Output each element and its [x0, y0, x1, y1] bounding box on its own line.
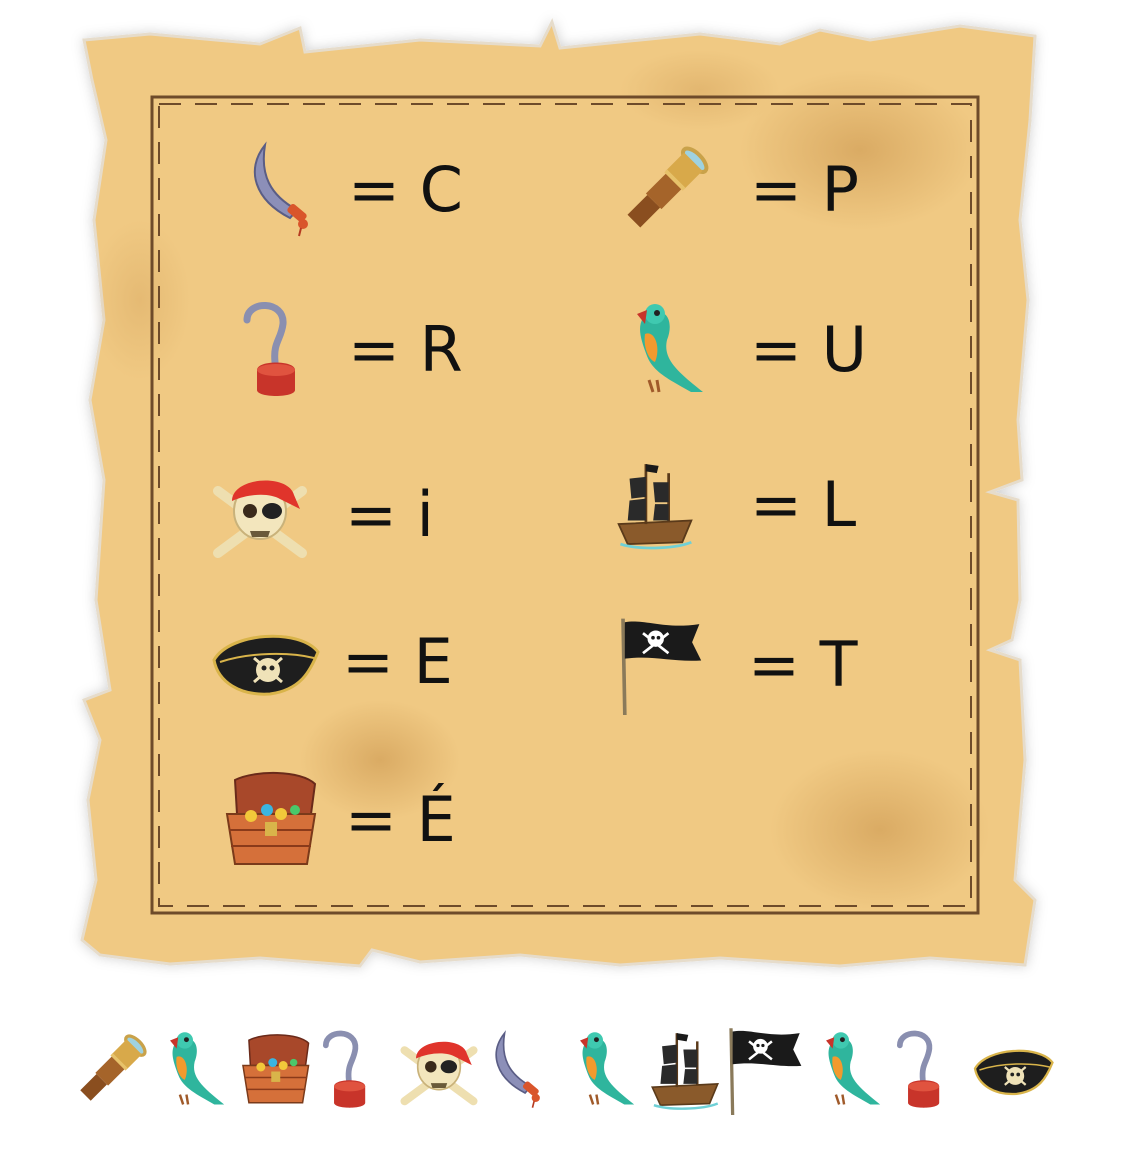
parchment-stain: [90, 220, 190, 380]
pirate-hat-icon: [210, 612, 320, 712]
legend-row-parrot: = U: [610, 300, 867, 400]
legend-letter: = R: [348, 313, 463, 386]
sword-icon: [230, 140, 340, 240]
hook-icon: [230, 300, 340, 400]
parrot-icon: [610, 300, 720, 400]
spyglass-icon: [610, 140, 720, 240]
spyglass-icon: [70, 1025, 152, 1115]
legend-row-chest: = É: [215, 770, 456, 870]
legend-letter: = C: [348, 153, 463, 226]
puzzle-strip: [70, 1020, 1060, 1120]
legend-letter: = P: [750, 153, 860, 226]
legend-letter: = E: [342, 625, 453, 698]
hook-icon: [316, 1025, 398, 1115]
legend-row-hat: = E: [210, 612, 453, 712]
sword-icon: [480, 1025, 562, 1115]
treasure-map-background: [80, 17, 1037, 968]
treasure-chest-icon: [234, 1025, 316, 1115]
pirate-ship-icon: [600, 455, 710, 555]
skull-crossbones-icon: [398, 1025, 480, 1115]
legend-row-sword: = C: [230, 140, 463, 240]
parchment-stain: [770, 750, 990, 910]
parrot-icon: [152, 1025, 234, 1115]
legend-row-ship: = L: [600, 455, 856, 555]
legend-letter: = L: [750, 468, 857, 541]
parrot-icon: [562, 1025, 644, 1115]
legend-row-spyglass: = P: [610, 140, 859, 240]
legend-letter: = T: [748, 628, 858, 701]
pirate-flag-icon: [608, 615, 718, 716]
skull-crossbones-icon: [205, 465, 315, 565]
legend-letter: = É: [345, 783, 456, 856]
parrot-icon: [808, 1025, 890, 1115]
hook-icon: [890, 1025, 972, 1115]
legend-letter: = i: [345, 478, 434, 551]
treasure-chest-icon: [215, 770, 325, 870]
legend-row-hook: = R: [230, 300, 463, 400]
pirate-flag-icon: [726, 1025, 808, 1116]
legend-row-skull: = i: [205, 465, 434, 565]
legend-row-flag: = T: [608, 615, 858, 716]
parchment-stain: [620, 50, 780, 130]
pirate-hat-icon: [972, 1025, 1054, 1115]
legend-letter: = U: [750, 313, 868, 386]
pirate-ship-icon: [644, 1025, 726, 1115]
